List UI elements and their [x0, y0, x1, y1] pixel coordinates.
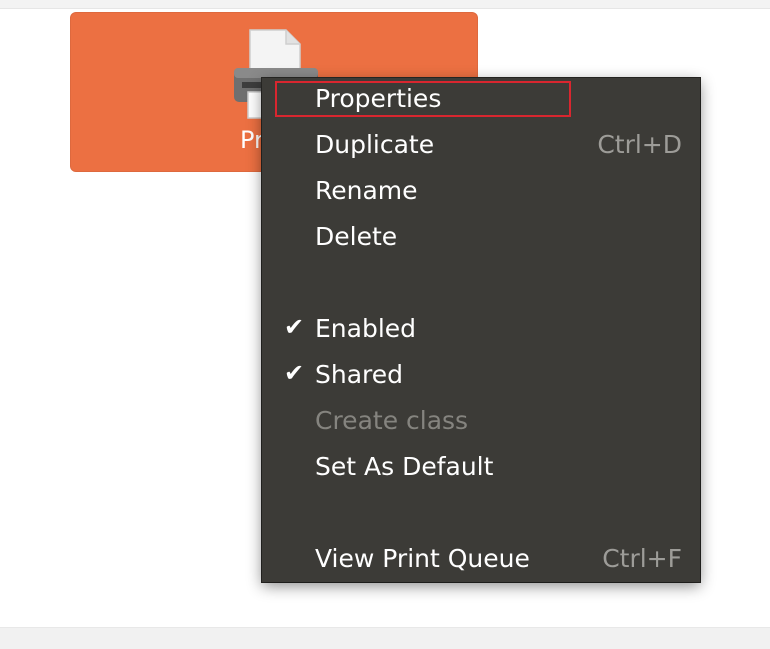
menu-item-shared[interactable]: ✔ Shared — [262, 354, 700, 398]
menu-item-rename[interactable]: Rename — [262, 170, 700, 214]
menu-item-label: Enabled — [315, 314, 417, 343]
menu-item-set-as-default[interactable]: Set As Default — [262, 446, 700, 490]
menu-item-label: Shared — [315, 360, 404, 389]
menu-item-properties[interactable]: Properties — [262, 78, 700, 122]
menu-item-label: Create class — [315, 406, 469, 435]
menu-item-shortcut: Ctrl+D — [597, 130, 682, 159]
menu-item-label: View Print Queue — [315, 544, 530, 573]
menu-item-create-class: Create class — [262, 400, 700, 444]
menu-item-label: Set As Default — [315, 452, 494, 481]
window-top-edge — [0, 0, 770, 9]
menu-item-label: Rename — [315, 176, 418, 205]
menu-item-label: Duplicate — [315, 130, 435, 159]
check-icon: ✔ — [284, 359, 305, 387]
menu-item-view-print-queue[interactable]: View Print Queue Ctrl+F — [262, 538, 700, 582]
menu-item-label: Properties — [315, 84, 442, 113]
menu-item-delete[interactable]: Delete — [262, 216, 700, 260]
menu-item-label: Delete — [315, 222, 398, 251]
menu-item-shortcut: Ctrl+F — [602, 544, 682, 573]
context-menu: Properties Duplicate Ctrl+D Rename Delet… — [262, 78, 700, 582]
check-icon: ✔ — [284, 313, 305, 341]
window-bottom-bar — [0, 627, 770, 649]
menu-item-enabled[interactable]: ✔ Enabled — [262, 308, 700, 352]
menu-item-duplicate[interactable]: Duplicate Ctrl+D — [262, 124, 700, 168]
